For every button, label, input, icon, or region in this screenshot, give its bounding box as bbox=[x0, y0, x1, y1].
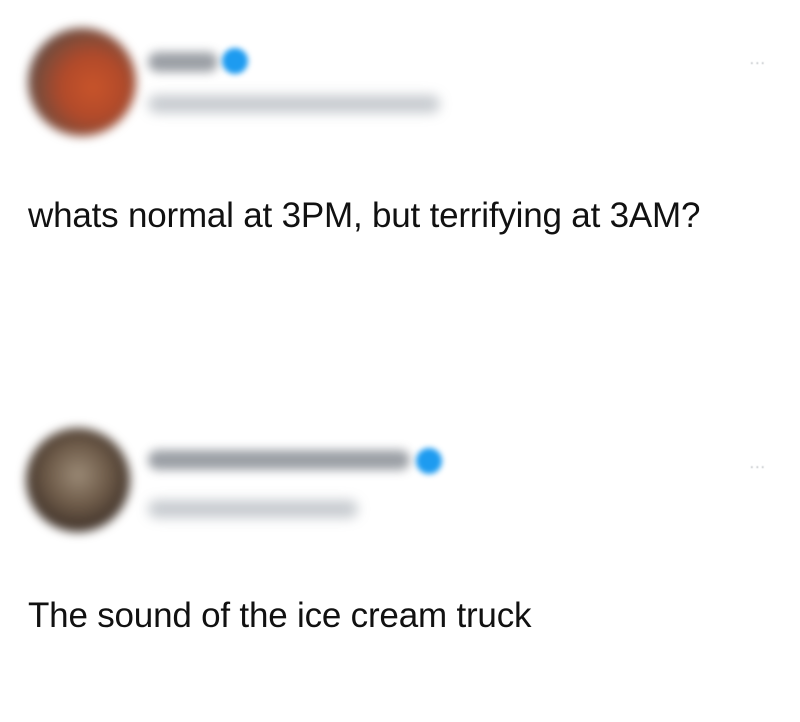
reply-post: ... The sound of the ice cream truck bbox=[0, 400, 800, 722]
tweet-text: The sound of the ice cream truck bbox=[28, 596, 532, 635]
author-handle-redacted[interactable] bbox=[148, 500, 358, 518]
more-options-icon[interactable]: ... bbox=[750, 52, 766, 68]
author-handle-redacted[interactable] bbox=[148, 95, 440, 113]
verified-badge-icon bbox=[222, 48, 248, 74]
author-name-redacted[interactable] bbox=[148, 52, 218, 72]
tweet-text: whats normal at 3PM, but terrifying at 3… bbox=[28, 196, 701, 235]
more-options-icon[interactable]: ... bbox=[750, 456, 766, 472]
verified-badge-icon bbox=[416, 448, 442, 474]
avatar[interactable] bbox=[26, 428, 130, 532]
avatar[interactable] bbox=[28, 28, 136, 136]
tweet-post: ... whats normal at 3PM, but terrifying … bbox=[0, 0, 800, 360]
author-name-redacted[interactable] bbox=[148, 450, 410, 470]
